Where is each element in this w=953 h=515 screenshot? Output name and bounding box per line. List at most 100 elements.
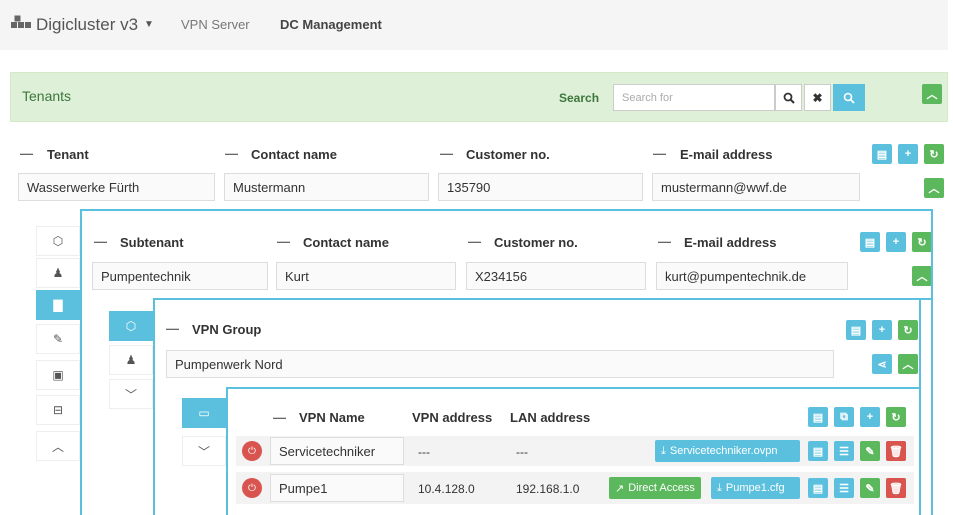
vpn-copy-button[interactable]: ⧉	[834, 407, 854, 427]
row-edit-button[interactable]: ✎	[860, 478, 880, 498]
group-refresh-button[interactable]: ↻	[898, 320, 918, 340]
tenant-export-button[interactable]: ▤	[872, 144, 892, 164]
group-collapse-button[interactable]: ︿	[898, 354, 918, 374]
tab-vpn-group[interactable]: ⬡	[109, 311, 153, 341]
subtenant-export-button[interactable]: ▤	[860, 232, 880, 252]
tab-endpoints-expand[interactable]: ﹀	[182, 436, 226, 466]
advanced-search-button[interactable]	[833, 84, 865, 111]
search-button[interactable]	[775, 84, 802, 111]
tenant-refresh-button[interactable]: ↻	[924, 144, 944, 164]
subtenant-collapse[interactable]: —	[94, 234, 107, 249]
user-icon: ♟	[125, 353, 137, 367]
row-edit-button[interactable]: ✎	[860, 441, 880, 461]
tenant-contact-field[interactable]: Mustermann	[224, 173, 429, 201]
search-icon	[783, 92, 795, 104]
tenant-name-field[interactable]: Wasserwerke Fürth	[18, 173, 215, 201]
row-list-button[interactable]: ☰	[834, 441, 854, 461]
group-add-button[interactable]: +	[872, 320, 892, 340]
power-icon[interactable]: ⏻	[242, 478, 262, 498]
sub-email-collapse[interactable]: —	[658, 234, 671, 249]
direct-access-label: Direct Access	[628, 482, 695, 494]
file-icon: ▤	[864, 236, 876, 249]
brand-dropdown[interactable]: Digicluster v3 ▼	[10, 14, 154, 35]
vpn-name-field[interactable]: Pumpe1	[270, 474, 404, 502]
plus-icon: +	[892, 236, 900, 248]
group-export-button[interactable]: ▤	[846, 320, 866, 340]
tab-group-expand[interactable]: ﹀	[109, 379, 153, 409]
tenant-email-field[interactable]: mustermann@wwf.de	[652, 173, 860, 201]
customer-collapse[interactable]: —	[440, 146, 453, 161]
contact-header: Contact name	[251, 147, 337, 162]
clear-search-button[interactable]: ✖	[804, 84, 831, 111]
tenant-collapse-button[interactable]: ︿	[924, 178, 944, 198]
row-export-button[interactable]: ▤	[808, 441, 828, 461]
customer-header: Customer no.	[466, 147, 550, 162]
row-delete-button[interactable]: 🗑	[886, 478, 906, 498]
vpn-group-collapse[interactable]: —	[166, 321, 179, 336]
nav-dc-management[interactable]: DC Management	[280, 17, 382, 32]
archive-icon: ⊟	[52, 403, 64, 417]
chevron-up-icon: ︿	[902, 359, 914, 371]
vpn-export-button[interactable]: ▤	[808, 407, 828, 427]
vpn-address-value: ---	[418, 445, 430, 459]
refresh-icon: ↻	[891, 411, 901, 424]
list-icon: ☰	[839, 482, 849, 495]
chevron-up-icon: ︿	[916, 271, 928, 283]
download-config-button[interactable]: ⤓ Pumpe1.cfg	[711, 477, 800, 499]
subtenant-email-field[interactable]: kurt@pumpentechnik.de	[656, 262, 848, 290]
trash-icon: 🗑	[889, 445, 903, 458]
tab-vpn-groups[interactable]: ⬡	[36, 226, 80, 256]
group-share-button[interactable]: ⋖	[872, 354, 892, 374]
nav-vpn-server[interactable]: VPN Server	[181, 17, 250, 32]
direct-access-button[interactable]: ↗ Direct Access	[609, 477, 701, 499]
sub-contact-collapse[interactable]: —	[277, 234, 290, 249]
tenant-nest-line-right	[931, 209, 933, 515]
sub-customer-header: Customer no.	[494, 235, 578, 250]
chevron-up-icon: ︿	[51, 439, 64, 454]
tenant-add-button[interactable]: +	[898, 144, 918, 164]
row-delete-button[interactable]: 🗑	[886, 441, 906, 461]
row-export-button[interactable]: ▤	[808, 478, 828, 498]
sub-email-header: E-mail address	[684, 235, 777, 250]
download-config-button[interactable]: ⤓ Servicetechniker.ovpn	[655, 440, 800, 462]
tab-files[interactable]: ▣	[36, 360, 80, 390]
tab-subtenants[interactable]: ▇	[36, 290, 80, 320]
tab-vpn-endpoints[interactable]: ▭	[182, 398, 226, 428]
refresh-icon: ↻	[917, 236, 927, 249]
sub-customer-collapse[interactable]: —	[468, 234, 481, 249]
close-icon: ✖	[812, 90, 823, 105]
vpn-refresh-button[interactable]: ↻	[886, 407, 906, 427]
contact-collapse[interactable]: —	[225, 146, 238, 161]
download-label: Servicetechniker.ovpn	[669, 445, 778, 457]
edit-icon: ✎	[52, 332, 64, 346]
lan-address-header: LAN address	[510, 410, 591, 425]
subtenant-collapse-button[interactable]: ︿	[912, 266, 932, 286]
subtenant-name-field[interactable]: Pumpentechnik	[92, 262, 268, 290]
tab-edit[interactable]: ✎	[36, 324, 80, 354]
tab-group-users[interactable]: ♟	[109, 345, 153, 375]
vpn-name-collapse[interactable]: —	[273, 410, 286, 425]
tenant-customer-field[interactable]: 135790	[438, 173, 643, 201]
hexagon-icon: ⬡	[52, 234, 64, 248]
plus-icon: +	[866, 411, 874, 423]
vpn-name-header: VPN Name	[299, 410, 365, 425]
tenant-collapse[interactable]: —	[20, 146, 33, 161]
vpn-name-field[interactable]: Servicetechniker	[270, 437, 404, 465]
tab-users[interactable]: ♟	[36, 258, 80, 288]
file-icon: ▤	[876, 148, 888, 161]
email-collapse[interactable]: —	[653, 146, 666, 161]
tab-archive[interactable]: ⊟	[36, 395, 80, 425]
subtenant-refresh-button[interactable]: ↻	[912, 232, 932, 252]
vpn-group-name-field[interactable]: Pumpenwerk Nord	[166, 350, 834, 378]
subtenant-contact-field[interactable]: Kurt	[276, 262, 456, 290]
row-list-button[interactable]: ☰	[834, 478, 854, 498]
vpn-add-button[interactable]: +	[860, 407, 880, 427]
search-input[interactable]	[613, 84, 775, 111]
subtenant-customer-field[interactable]: X234156	[466, 262, 646, 290]
subtenant-add-button[interactable]: +	[886, 232, 906, 252]
power-icon[interactable]: ⏻	[242, 441, 262, 461]
collapse-panel-button[interactable]: ︿	[922, 84, 942, 104]
monitor-icon: ▭	[198, 406, 210, 420]
file-icon: ▣	[52, 368, 64, 382]
tab-collapse[interactable]: ︿	[36, 431, 80, 461]
